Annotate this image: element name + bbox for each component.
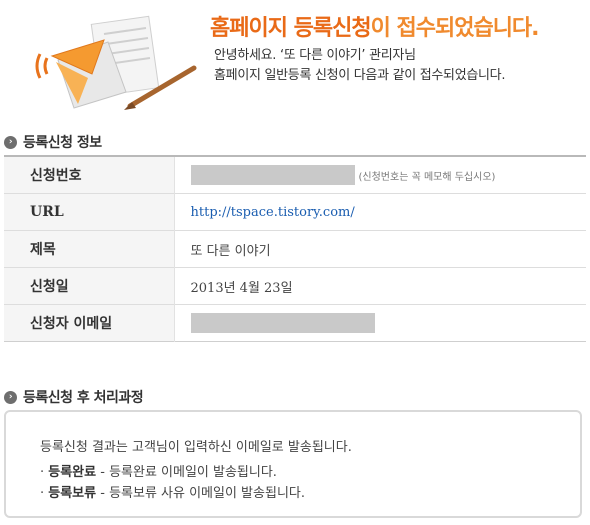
process-intro: 등록신청 결과는 고객님이 입력하신 이메일로 발송됩니다. — [40, 440, 352, 455]
greeting-line-2: 홈페이지 일반등록 신청이 다음과 같이 접수되었습니다. — [214, 68, 506, 83]
row-label-title: 제목 — [4, 230, 175, 268]
headline-rest: 이 접수되었습니다. — [370, 16, 540, 41]
info-section-title-text: 등록신청 정보 — [23, 135, 102, 151]
url-link[interactable]: http://tspace.tistory.com/ — [191, 205, 355, 220]
process-desc-complete: - 등록완료 이메일이 발송됩니다. — [96, 465, 277, 480]
table-row: 신청일 2013년 4월 23일 — [4, 267, 586, 305]
process-status-complete: 등록완료 — [48, 465, 97, 480]
envelope-document-pen-icon — [35, 15, 197, 110]
process-box: 등록신청 결과는 고객님이 입력하신 이메일로 발송됩니다. · 등록완료 - … — [4, 410, 582, 518]
row-value-application-number: (신청번호는 꼭 메모해 두십시오) — [174, 156, 586, 194]
header: 홈페이지 등록신청이 접수되었습니다. 안녕하세요. ‘또 다른 이야기’ 관리… — [0, 0, 590, 118]
process-section-title: › 등록신청 후 처리과정 — [4, 387, 144, 407]
row-label-application-number: 신청번호 — [4, 156, 175, 194]
circle-arrow-icon: › — [4, 135, 17, 149]
page-headline: 홈페이지 등록신청이 접수되었습니다. — [210, 10, 540, 42]
process-desc-hold: - 등록보류 사유 이메일이 발송됩니다. — [96, 486, 305, 501]
list-item: · 등록보류 - 등록보류 사유 이메일이 발송됩니다. — [40, 486, 305, 501]
circle-arrow-icon: › — [4, 390, 17, 404]
greeting-line-1: 안녕하세요. ‘또 다른 이야기’ 관리자님 — [214, 48, 416, 63]
process-status-hold: 등록보류 — [48, 486, 97, 501]
row-label-applicant-email: 신청자 이메일 — [4, 304, 175, 342]
row-value-title: 또 다른 이야기 — [174, 230, 586, 268]
row-value-applicant-email — [174, 304, 586, 342]
table-row: URL http://tspace.tistory.com/ — [4, 193, 586, 231]
headline-emphasis: 홈페이지 등록신청 — [210, 16, 372, 41]
table-row: 신청번호 (신청번호는 꼭 메모해 두십시오) — [4, 156, 586, 194]
info-table: 신청번호 (신청번호는 꼭 메모해 두십시오) URL http://tspac… — [4, 155, 586, 342]
list-item: · 등록완료 - 등록완료 이메일이 발송됩니다. — [40, 465, 277, 480]
process-section-title-text: 등록신청 후 처리과정 — [23, 390, 144, 406]
info-section-title: › 등록신청 정보 — [4, 132, 102, 152]
table-row: 제목 또 다른 이야기 — [4, 230, 586, 268]
redacted-applicant-email — [190, 313, 375, 333]
row-value-url: http://tspace.tistory.com/ — [174, 193, 586, 231]
row-value-apply-date: 2013년 4월 23일 — [174, 267, 586, 305]
greeting: 안녕하세요. ‘또 다른 이야기’ 관리자님 홈페이지 일반등록 신청이 다음과… — [214, 46, 505, 86]
process-list: · 등록완료 - 등록완료 이메일이 발송됩니다. · 등록보류 - 등록보류 … — [40, 462, 305, 504]
application-number-note: (신청번호는 꼭 메모해 두십시오) — [358, 171, 496, 183]
redacted-application-number — [190, 165, 355, 185]
table-row: 신청자 이메일 — [4, 304, 586, 342]
row-label-url: URL — [4, 193, 175, 231]
row-label-apply-date: 신청일 — [4, 267, 175, 305]
